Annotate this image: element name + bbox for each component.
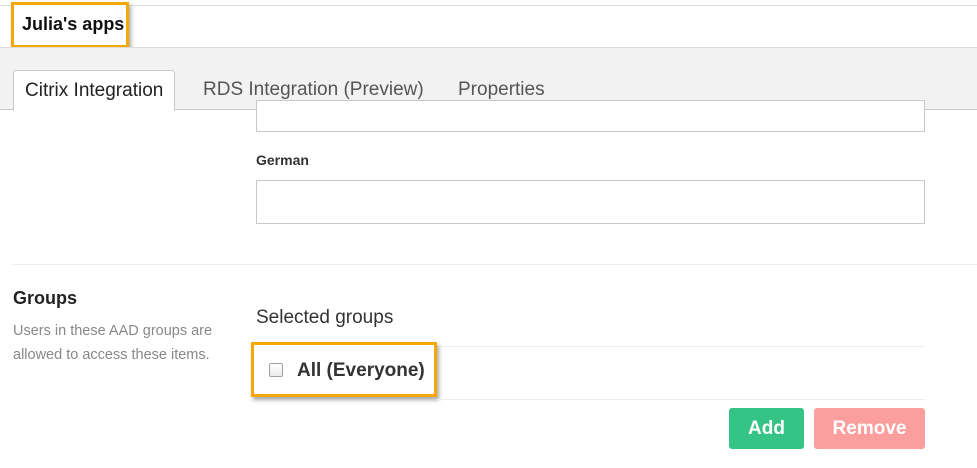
tab-citrix-integration[interactable]: Citrix Integration <box>13 70 176 111</box>
groups-list-bottom-divider <box>437 399 925 400</box>
german-label: German <box>256 152 309 168</box>
selected-groups-label: Selected groups <box>256 307 394 328</box>
add-button[interactable]: Add <box>729 408 804 449</box>
german-input[interactable] <box>256 180 925 224</box>
remove-button[interactable]: Remove <box>814 408 925 449</box>
groups-title: Groups <box>13 288 78 308</box>
group-checkbox-all-everyone[interactable] <box>269 363 283 377</box>
app-page: Julia's apps Citrix Integration RDS Inte… <box>0 0 977 468</box>
page-title: Julia's apps <box>22 14 125 34</box>
previous-language-input[interactable] <box>256 100 925 132</box>
group-label-all-everyone[interactable]: All (Everyone) <box>297 360 425 382</box>
section-divider <box>13 264 977 265</box>
title-bar <box>0 5 977 48</box>
groups-description: Users in these AAD groups are allowed to… <box>13 323 213 363</box>
